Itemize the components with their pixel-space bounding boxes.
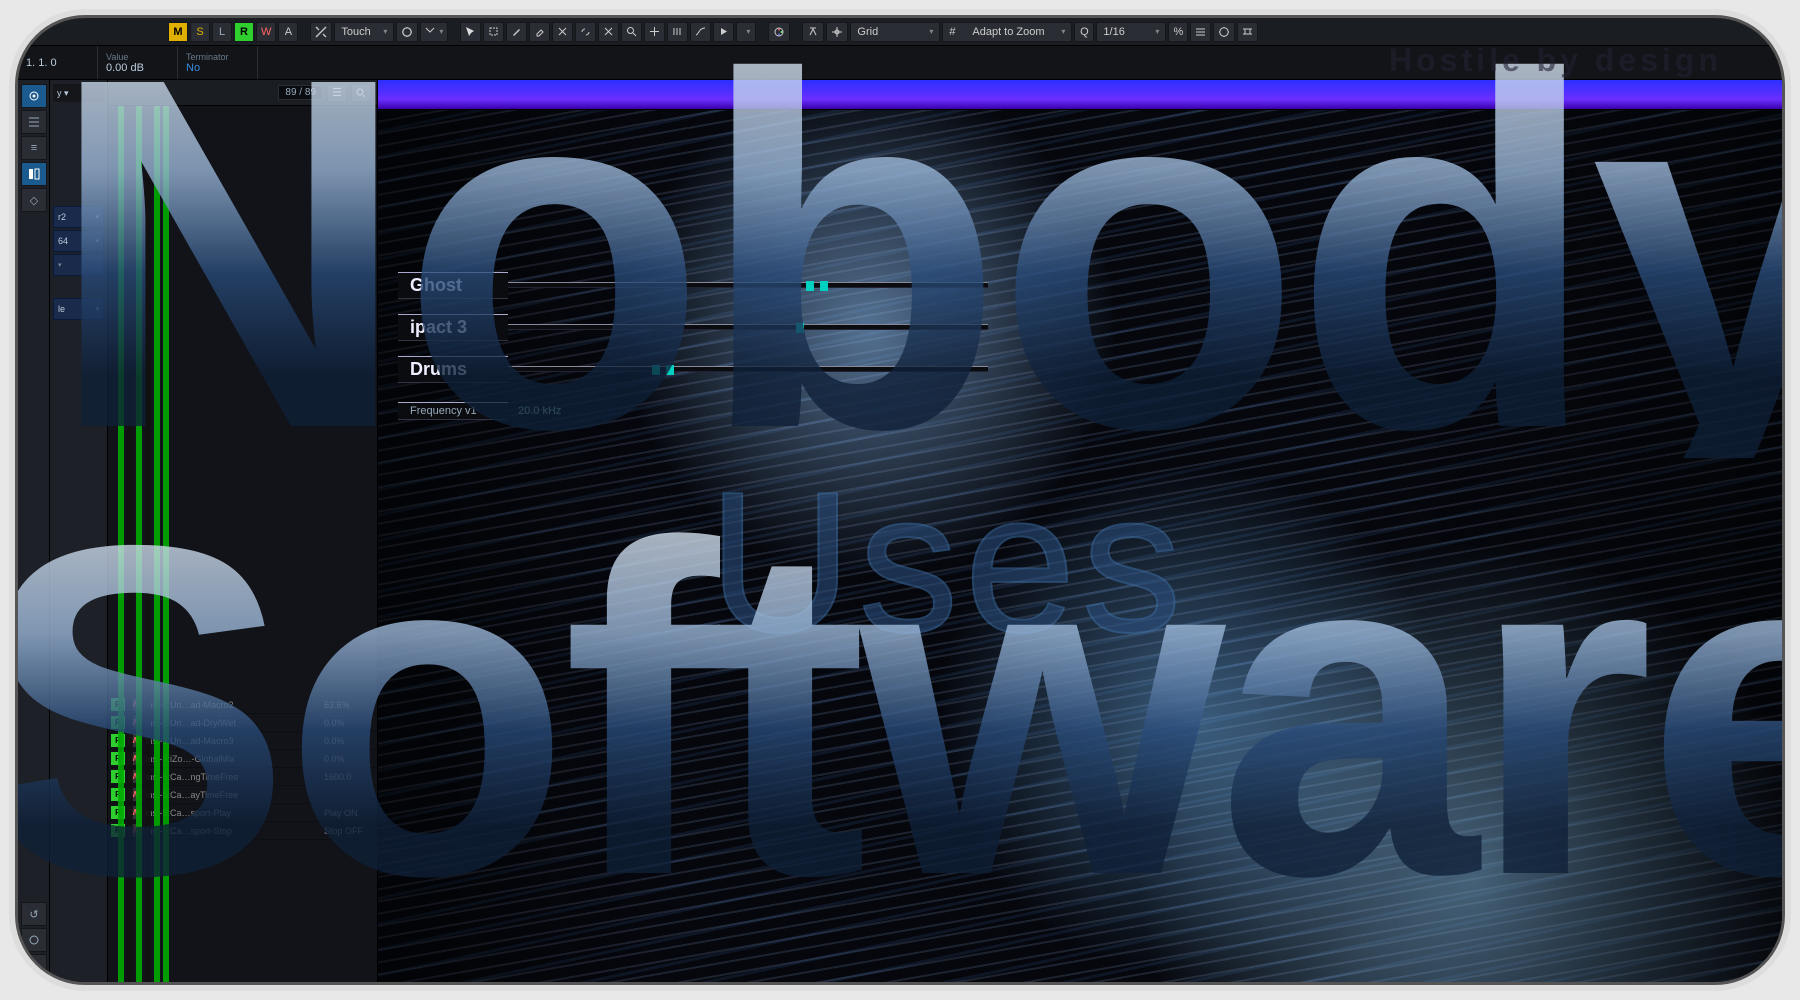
- line-tool-icon[interactable]: [690, 22, 711, 42]
- automation-write-button[interactable]: W: [256, 22, 276, 42]
- track-lanes: Ghost ipact 3 Drums Frequency v1 20.0 kH…: [398, 270, 988, 426]
- track-list-header: 89 / 89 ☰: [108, 80, 377, 106]
- range-tool-icon[interactable]: [483, 22, 504, 42]
- row-param-value: 0.0%: [324, 718, 374, 728]
- visibility-tab-icon[interactable]: [21, 84, 47, 108]
- zoom-tool-icon[interactable]: [621, 22, 642, 42]
- automation-mode-dropdown[interactable]: Touch: [334, 22, 394, 42]
- lane-value: 20.0 kHz: [518, 405, 561, 417]
- tracklist-list-icon[interactable]: ☰: [327, 84, 347, 102]
- track-meters: [118, 106, 178, 982]
- erase-tool-icon[interactable]: [529, 22, 550, 42]
- lane-impact3[interactable]: ipact 3: [398, 312, 988, 342]
- play-tool-icon[interactable]: [713, 22, 734, 42]
- lane-ghost[interactable]: Ghost: [398, 270, 988, 300]
- automation-settings-icon[interactable]: [396, 22, 418, 42]
- automation-read-button[interactable]: R: [234, 22, 254, 42]
- row-param-value: 1600.0: [324, 772, 374, 782]
- track-inspector: y ▾ r2 64 le: [50, 80, 108, 982]
- snap-type-dropdown[interactable]: Grid: [850, 22, 940, 42]
- tracklist-search-icon[interactable]: [351, 84, 371, 102]
- track-list: 89 / 89 ☰ RWIns.-1:Un…ad-Macro263.6%RWIn…: [108, 80, 378, 982]
- add-rail-icon[interactable]: ▤: [21, 954, 47, 978]
- quantize-panel-icon[interactable]: [1190, 22, 1211, 42]
- quantize-settings-icon[interactable]: [1213, 22, 1235, 42]
- warp-tool-icon[interactable]: [667, 22, 688, 42]
- row-param-value: 0.0%: [324, 736, 374, 746]
- split-tool-icon[interactable]: [552, 22, 573, 42]
- history-icon[interactable]: ↺: [21, 902, 47, 926]
- lane-frequency[interactable]: Frequency v1 20.0 kHz: [398, 396, 988, 426]
- row-param-value: 63.6%: [324, 700, 374, 710]
- row-param-value: Play ON: [324, 808, 374, 818]
- inspector-slot-0[interactable]: r2: [53, 206, 104, 228]
- mute-all-button[interactable]: M: [168, 22, 188, 42]
- quantize-value-dropdown[interactable]: 1/16: [1096, 22, 1166, 42]
- lane-label: Ghost: [398, 272, 508, 299]
- quantize-apply-icon[interactable]: Q: [1074, 22, 1094, 42]
- grid-type-dropdown[interactable]: #Adapt to Zoom: [942, 22, 1072, 42]
- row-param-value: Stop OFF: [324, 826, 374, 836]
- tool-submenu-dropdown[interactable]: [736, 22, 756, 42]
- track-tab-icon[interactable]: [21, 110, 47, 134]
- grid-type-label: Adapt to Zoom: [972, 26, 1044, 38]
- inspector-slot-1[interactable]: 64: [53, 230, 104, 252]
- lane-drums[interactable]: Drums: [398, 354, 988, 384]
- inspector-header-y: y ▾: [53, 84, 104, 102]
- arrow-tool-icon[interactable]: [460, 22, 481, 42]
- inspector-slot-3[interactable]: le: [53, 298, 104, 320]
- timeline-ruler[interactable]: [378, 80, 1782, 110]
- terminator-cell[interactable]: Terminator No: [178, 46, 258, 79]
- inspector-tab-icon[interactable]: [21, 162, 47, 186]
- visible-track-count: 89 / 89: [278, 85, 323, 100]
- snap-toggle-icon[interactable]: [802, 22, 824, 42]
- device-frame: M S L R W A Touch: [15, 15, 1785, 985]
- locator-cell[interactable]: 1. 1. 0: [18, 46, 98, 79]
- arrangement-canvas[interactable]: Ghost ipact 3 Drums Frequency v1 20.0 kH…: [378, 80, 1782, 982]
- automation-submenu-dropdown[interactable]: [420, 22, 448, 42]
- daw-window: M S L R W A Touch: [18, 18, 1782, 982]
- lane-label: Drums: [398, 356, 508, 383]
- color-tool-icon[interactable]: [768, 22, 790, 42]
- solo-all-button[interactable]: S: [190, 22, 210, 42]
- value-cell[interactable]: Value 0.00 dB: [98, 46, 178, 79]
- row-param-value: 0.0%: [324, 754, 374, 764]
- left-zone-rail: ≡ ◇ ↺ ▤: [18, 80, 50, 982]
- canvas-vignette: [378, 110, 1782, 982]
- toolbar-divider-icon[interactable]: [1237, 22, 1258, 42]
- glue-tool-icon[interactable]: [575, 22, 596, 42]
- crossover-icon[interactable]: [310, 22, 332, 42]
- automation-link-button[interactable]: A: [278, 22, 298, 42]
- inspector-slot-2[interactable]: [53, 254, 104, 276]
- main-toolbar: M S L R W A Touch: [18, 18, 1782, 46]
- settings-rail-icon[interactable]: [21, 928, 47, 952]
- lane-label: Frequency v1: [398, 402, 508, 420]
- info-line: 1. 1. 0 Value 0.00 dB Terminator No: [18, 46, 1782, 80]
- comp-tool-icon[interactable]: [644, 22, 665, 42]
- mute-tool-icon[interactable]: [598, 22, 619, 42]
- draw-tool-icon[interactable]: [506, 22, 527, 42]
- snap-zero-icon[interactable]: [826, 22, 848, 42]
- editor-tab-icon[interactable]: ≡: [21, 136, 47, 160]
- rack-tab-icon[interactable]: ◇: [21, 188, 47, 212]
- quantize-iterative-icon[interactable]: %: [1168, 22, 1188, 42]
- lane-label: ipact 3: [398, 314, 508, 341]
- listen-button[interactable]: L: [212, 22, 232, 42]
